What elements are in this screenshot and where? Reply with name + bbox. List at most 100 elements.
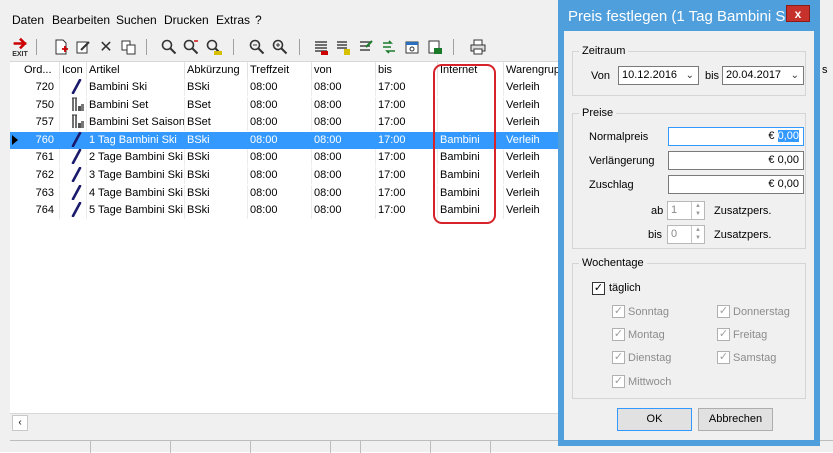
import-icon: [360, 40, 373, 51]
donnerstag-checkbox[interactable]: ✓: [717, 305, 730, 318]
normalpreis-input[interactable]: € 0,00: [668, 127, 804, 146]
bis-label: bis: [705, 70, 720, 82]
stepper-up-icon[interactable]: ▲: [692, 226, 704, 234]
column-header-von[interactable]: von: [312, 62, 376, 79]
stepper-up-icon[interactable]: ▲: [692, 202, 704, 210]
column-header-internet[interactable]: Internet: [438, 62, 504, 79]
menu-bar: Daten Bearbeiten Suchen Drucken Extras ?: [0, 10, 560, 30]
ski-set-icon: [70, 114, 86, 131]
menu-extras[interactable]: Extras: [216, 13, 250, 27]
cell-von: 08:00: [314, 186, 342, 199]
samstag-checkbox[interactable]: ✓: [717, 351, 730, 364]
table-row[interactable]: 762 3 Tage Bambini Ski BSki 08:00 08:00 17:00…: [10, 167, 570, 184]
ok-button[interactable]: OK: [617, 408, 692, 431]
bis-stepper[interactable]: 0 ▲ ▼: [667, 225, 705, 244]
table-row[interactable]: 764 5 Tage Bambini Ski BSki 08:00 08:00 17:00…: [10, 202, 570, 220]
close-button[interactable]: x: [786, 5, 810, 22]
dialog-body: Zeitraum Von 10.12.2016 ⌄ bis 20.04.2017…: [564, 31, 814, 440]
sonntag-checkbox[interactable]: ✓: [612, 305, 625, 318]
search-next-button[interactable]: [180, 36, 202, 58]
toolbar-separator: [299, 39, 300, 55]
zeitraum-legend: Zeitraum: [582, 45, 626, 57]
menu-bearbeiten[interactable]: Bearbeiten: [52, 13, 110, 27]
column-header-ord[interactable]: Ord...: [22, 62, 60, 79]
cell-von: 08:00: [314, 151, 342, 164]
dienstag-checkbox[interactable]: ✓: [612, 351, 625, 364]
bis-date-picker[interactable]: 20.04.2017 ⌄: [722, 66, 804, 85]
verlaengerung-input[interactable]: € 0,00: [668, 151, 804, 170]
grid-line: [247, 167, 248, 184]
delete-button[interactable]: ✕: [95, 36, 117, 58]
column-header-treffzeit[interactable]: Treffzeit: [248, 62, 312, 79]
toolbar: EXIT ✕: [0, 34, 560, 60]
sort-button[interactable]: [378, 36, 400, 58]
column-header-artikel[interactable]: Artikel: [87, 62, 185, 79]
toolbar-separator: [233, 39, 234, 55]
cell-treffzeit: 08:00: [250, 98, 278, 111]
table-row[interactable]: 761 2 Tage Bambini Ski BSki 08:00 08:00 17:00…: [10, 149, 570, 167]
import-button[interactable]: [355, 36, 377, 58]
table-row[interactable]: 760 1 Tag Bambini Ski BSki 08:00 08:00 17:00 B…: [10, 131, 570, 149]
montag-checkbox[interactable]: ✓: [612, 328, 625, 341]
menu-drucken[interactable]: Drucken: [164, 13, 209, 27]
zoom-out-button[interactable]: [246, 36, 268, 58]
zoom-in-icon: [272, 39, 288, 55]
samstag-label: Samstag: [733, 352, 777, 364]
close-icon: x: [794, 7, 802, 21]
cell-von: 08:00: [314, 116, 342, 129]
status-pane: [170, 441, 251, 453]
grid-line: [503, 96, 504, 114]
grid-line: [86, 167, 87, 184]
column-header-bis[interactable]: bis: [376, 62, 438, 79]
table-row[interactable]: 750 Bambini Set BSet 08:00 08:00 17:00 Verleih: [10, 96, 570, 114]
grid-line: [247, 202, 248, 220]
grid-line: [59, 167, 60, 184]
list-button[interactable]: [310, 36, 332, 58]
printer-icon: [470, 39, 486, 55]
menu-help[interactable]: ?: [255, 13, 262, 27]
cancel-button[interactable]: Abbrechen: [698, 408, 773, 431]
grid-line: [184, 184, 185, 202]
table-row[interactable]: 763 4 Tage Bambini Ski BSki 08:00 08:00 17:00…: [10, 184, 570, 202]
grid-line: [503, 184, 504, 202]
zuschlag-input[interactable]: € 0,00: [668, 175, 804, 194]
copy-button[interactable]: [118, 36, 140, 58]
grid-line: [86, 202, 87, 220]
menu-daten[interactable]: Daten: [12, 13, 44, 27]
column-header-icon[interactable]: Icon: [60, 62, 87, 79]
grid-line: [375, 149, 376, 167]
exit-button[interactable]: EXIT: [9, 36, 31, 58]
freitag-checkbox[interactable]: ✓: [717, 328, 730, 341]
cell-internet: Bambini: [440, 169, 480, 181]
column-header-abkuerzung[interactable]: Abkürzung: [185, 62, 248, 79]
edit-button[interactable]: [72, 36, 94, 58]
export-button[interactable]: [424, 36, 446, 58]
new-button[interactable]: [50, 36, 72, 58]
search-button[interactable]: [158, 36, 180, 58]
search-next-icon: [183, 39, 199, 55]
mittwoch-checkbox[interactable]: ✓: [612, 375, 625, 388]
cell-abkuerzung: BSki: [187, 133, 210, 146]
table-row[interactable]: 720 Bambini Ski BSki 08:00 08:00 17:00 Verleih: [10, 79, 570, 96]
zoom-in-button[interactable]: [269, 36, 291, 58]
toolbar-separator: [146, 39, 147, 55]
scroll-left-button[interactable]: ‹: [12, 415, 28, 431]
current-row-indicator-icon: [12, 134, 18, 145]
stepper-down-icon[interactable]: ▼: [692, 234, 704, 242]
grid-line: [503, 202, 504, 220]
calendar-button[interactable]: [401, 36, 423, 58]
bis-date-value: 20.04.2017: [726, 69, 782, 81]
horizontal-scrollbar[interactable]: ‹: [10, 413, 570, 431]
search-nr-button[interactable]: [203, 36, 225, 58]
toolbar-separator: [36, 39, 37, 55]
print-button[interactable]: [467, 36, 489, 58]
von-date-picker[interactable]: 10.12.2016 ⌄: [618, 66, 699, 85]
list-filter-button[interactable]: [332, 36, 354, 58]
table-row[interactable]: 757 Bambini Set Saison BSet 08:00 08:00 17:00…: [10, 114, 570, 132]
grid-line: [437, 114, 438, 132]
stepper-down-icon[interactable]: ▼: [692, 210, 704, 218]
ab-stepper[interactable]: 1 ▲ ▼: [667, 201, 705, 220]
menu-suchen[interactable]: Suchen: [116, 13, 157, 27]
taeglich-checkbox[interactable]: ✓: [592, 282, 605, 295]
copy-icon: [121, 40, 136, 55]
